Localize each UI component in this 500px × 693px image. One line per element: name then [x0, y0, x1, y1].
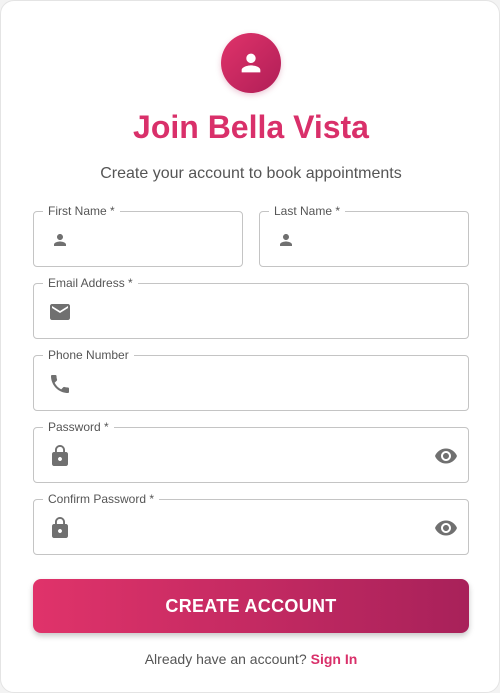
phone-field[interactable]: Phone Number [33, 348, 469, 411]
mail-icon [50, 304, 70, 320]
phone-icon [51, 375, 69, 393]
person-icon [54, 234, 66, 246]
last-name-label: Last Name * [269, 204, 346, 219]
email-input[interactable] [86, 294, 416, 330]
password-label: Password * [43, 420, 114, 435]
page-subtitle: Create your account to book appointments [100, 165, 402, 182]
person-icon [241, 53, 261, 73]
signin-prompt-text: Already have an account? [144, 651, 307, 667]
password-input[interactable] [86, 438, 416, 474]
phone-label: Phone Number [43, 348, 134, 363]
confirm-password-input[interactable] [86, 510, 416, 546]
person-icon [280, 234, 292, 246]
create-account-button[interactable]: CREATE ACCOUNT [33, 579, 469, 633]
signin-prompt: Already have an account? Sign In [1, 651, 500, 667]
eye-icon[interactable] [434, 444, 458, 468]
email-label: Email Address * [43, 276, 138, 291]
first-name-field[interactable]: First Name * [33, 204, 243, 267]
first-name-label: First Name * [43, 204, 120, 219]
signup-card: Join Bella Vista Create your account to … [0, 0, 500, 693]
page-title: Join Bella Vista [133, 109, 369, 145]
lock-icon [52, 517, 68, 538]
confirm-password-label: Confirm Password * [43, 492, 160, 507]
first-name-input[interactable] [86, 222, 234, 258]
lock-icon [52, 445, 68, 466]
email-field[interactable]: Email Address * [33, 276, 469, 339]
avatar [221, 33, 281, 93]
password-field[interactable]: Password * [33, 420, 469, 483]
last-name-field[interactable]: Last Name * [259, 204, 469, 267]
eye-icon[interactable] [434, 516, 458, 540]
phone-input[interactable] [86, 366, 416, 402]
confirm-password-field[interactable]: Confirm Password * [33, 492, 469, 555]
last-name-input[interactable] [312, 222, 460, 258]
sign-in-link[interactable]: Sign In [311, 651, 358, 667]
